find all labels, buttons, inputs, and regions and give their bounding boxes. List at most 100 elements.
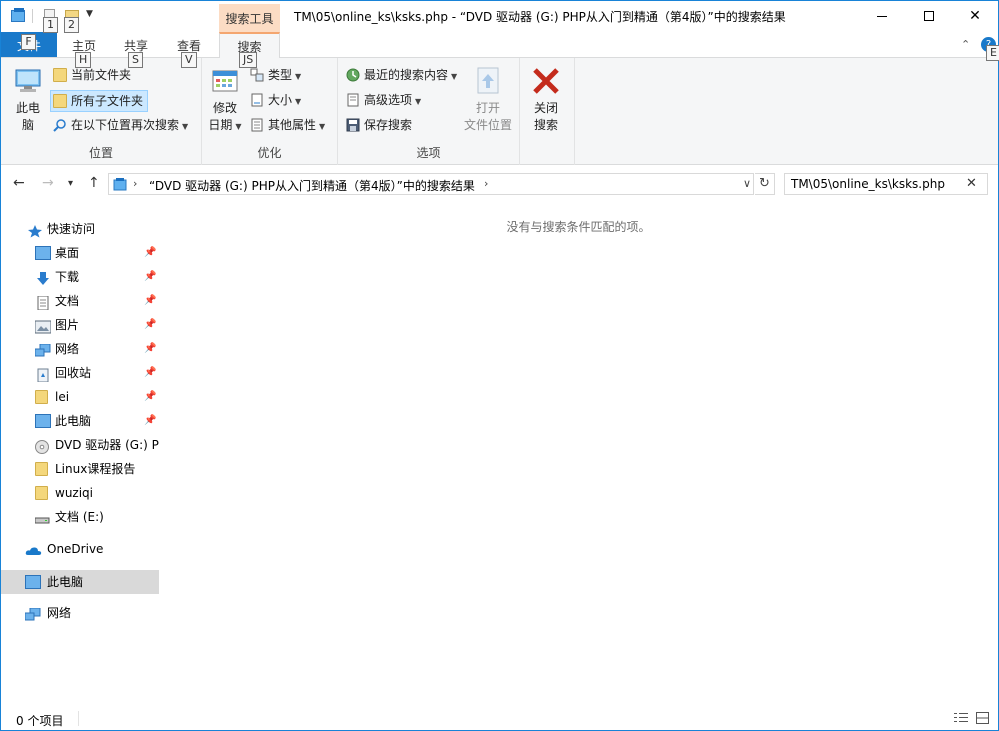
status-divider	[78, 711, 79, 726]
open-file-location-label-1: 打开	[475, 101, 500, 115]
nav-quick-access[interactable]: 快速访问	[1, 217, 159, 241]
nav-item-network-pinned[interactable]: 网络 📌	[1, 337, 159, 361]
nav-item-label: 图片	[55, 318, 80, 332]
minimize-button[interactable]	[859, 1, 905, 32]
save-icon	[346, 118, 360, 132]
pin-icon[interactable]: 📌	[144, 289, 156, 313]
group-location-label: 位置	[88, 146, 113, 160]
group-options: 最近的搜索内容 ▼ 高级选项 ▼ 保存搜索 打开 文件位置 选项	[338, 58, 520, 165]
pin-icon[interactable]: 📌	[144, 313, 156, 337]
nav-item-documents[interactable]: 文档 📌	[1, 289, 159, 313]
nav-item-label: 桌面	[55, 246, 80, 260]
collapse-ribbon-icon[interactable]: ⌃	[961, 38, 970, 51]
nav-item-dvd-drive[interactable]: DVD 驱动器 (G:) PHP从入门到精通（第4版）	[1, 433, 159, 457]
results-pane[interactable]: 没有与搜索条件匹配的项。	[159, 201, 998, 705]
save-search-label: 保存搜索	[364, 118, 413, 132]
search-again-button[interactable]: 在以下位置再次搜索 ▼	[51, 115, 188, 137]
chevron-down-icon: ▼	[295, 72, 302, 81]
nav-item-label: wuziqi	[55, 486, 94, 500]
advanced-options-label: 高级选项	[364, 93, 413, 107]
nav-this-pc[interactable]: 此电脑	[1, 570, 159, 594]
pin-icon[interactable]: 📌	[144, 265, 156, 289]
current-folder-button[interactable]: 当前文件夹	[51, 65, 131, 87]
pin-icon[interactable]: 📌	[144, 337, 156, 361]
breadcrumb-path[interactable]: “DVD 驱动器 (G:) PHP从入门到精通（第4版）”中的搜索结果	[149, 177, 475, 194]
save-search-button[interactable]: 保存搜索	[344, 115, 412, 137]
nav-item-wuziqi[interactable]: wuziqi	[1, 481, 159, 505]
nav-onedrive[interactable]: OneDrive	[1, 537, 159, 561]
network-icon	[34, 342, 51, 357]
nav-item-lei[interactable]: lei 📌	[1, 385, 159, 409]
details-view-icon[interactable]	[954, 712, 968, 724]
size-button[interactable]: 大小 ▼	[248, 90, 301, 112]
window-title: TM\05\online_ks\ksks.php - “DVD 驱动器 (G:)…	[294, 10, 786, 24]
open-file-location-button[interactable]: 打开 文件位置	[462, 66, 514, 134]
breadcrumb-chevron-icon[interactable]: ›	[484, 177, 488, 190]
nav-item-downloads[interactable]: 下载 📌	[1, 265, 159, 289]
dvd-drive-icon	[35, 438, 51, 454]
search-input[interactable]: TM\05\online_ks\ksks.php ✕	[784, 173, 988, 195]
nav-item-desktop[interactable]: 桌面 📌	[1, 241, 159, 265]
refresh-icon[interactable]: ↻	[755, 173, 775, 195]
address-dropdown-icon[interactable]: ∨	[739, 173, 755, 195]
up-icon[interactable]: ↑	[88, 175, 100, 191]
folder-icon	[35, 390, 48, 404]
keytip-file: F	[21, 34, 36, 50]
nav-item-this-pc-pinned[interactable]: 此电脑 📌	[1, 409, 159, 433]
date-modified-button[interactable]: 修改 日期 ▼	[207, 66, 243, 135]
close-button[interactable]: ✕	[952, 1, 998, 32]
pin-icon[interactable]: 📌	[144, 361, 156, 385]
clear-search-icon[interactable]: ✕	[966, 176, 977, 191]
nav-item-drive-e[interactable]: 文档 (E:)	[1, 505, 159, 529]
this-pc-button[interactable]: 此电脑	[9, 66, 47, 134]
other-properties-label: 其他属性	[268, 118, 317, 132]
keytip-qa2: 2	[64, 17, 79, 33]
pin-icon[interactable]: 📌	[144, 409, 156, 433]
maximize-button[interactable]	[906, 1, 952, 32]
search-results-icon	[113, 177, 127, 191]
current-folder-label: 当前文件夹	[71, 68, 132, 82]
chevron-down-icon: ▼	[295, 97, 302, 106]
calendar-icon	[210, 66, 240, 96]
kind-button[interactable]: 类型 ▼	[248, 65, 301, 87]
folder-icon	[35, 486, 48, 500]
recent-searches-label: 最近的搜索内容	[364, 68, 449, 82]
nav-item-label: 此电脑	[55, 414, 92, 428]
large-icons-view-icon[interactable]	[976, 712, 989, 724]
open-file-location-icon	[473, 66, 503, 96]
all-subfolders-button[interactable]: 所有子文件夹	[50, 90, 148, 112]
nav-item-label: lei	[55, 390, 70, 404]
advanced-options-icon	[346, 93, 360, 107]
close-search-label-1: 关闭	[533, 101, 558, 115]
pin-icon[interactable]: 📌	[144, 241, 156, 265]
nav-item-linux-report[interactable]: Linux课程报告	[1, 457, 159, 481]
keytip-search: JS	[239, 52, 258, 68]
maximize-icon	[924, 11, 934, 21]
onedrive-icon	[25, 542, 42, 556]
nav-item-recycle-bin[interactable]: 回收站 📌	[1, 361, 159, 385]
other-properties-button[interactable]: 其他属性 ▼	[248, 115, 325, 137]
customize-toolbar-icon[interactable]: ▼	[86, 9, 93, 19]
forward-icon[interactable]: →	[42, 175, 54, 191]
keytip-help: E	[986, 45, 999, 61]
advanced-options-button[interactable]: 高级选项 ▼	[344, 90, 421, 112]
breadcrumb-chevron-icon[interactable]: ›	[133, 177, 137, 190]
back-icon[interactable]: ←	[13, 175, 25, 191]
close-search-button[interactable]: 关闭 搜索	[528, 66, 564, 134]
pin-icon[interactable]: 📌	[144, 385, 156, 409]
nav-item-label: Linux课程报告	[55, 462, 136, 476]
nav-network[interactable]: 网络	[1, 601, 159, 625]
nav-item-pictures[interactable]: 图片 📌	[1, 313, 159, 337]
nav-item-label: 回收站	[55, 366, 92, 380]
keytip-view: V	[181, 52, 197, 68]
chevron-down-icon: ▼	[319, 122, 326, 131]
kind-icon	[250, 68, 264, 82]
recent-searches-button[interactable]: 最近的搜索内容 ▼	[344, 65, 457, 87]
this-pc-label-1: 此电脑	[15, 101, 40, 132]
address-bar[interactable]: › “DVD 驱动器 (G:) PHP从入门到精通（第4版）”中的搜索结果 ›	[108, 173, 754, 195]
app-icon[interactable]	[10, 8, 26, 24]
folder-icon	[53, 68, 67, 82]
size-label: 大小	[268, 93, 293, 107]
recent-locations-icon[interactable]: ▾	[68, 178, 73, 189]
computer-icon	[13, 66, 43, 96]
